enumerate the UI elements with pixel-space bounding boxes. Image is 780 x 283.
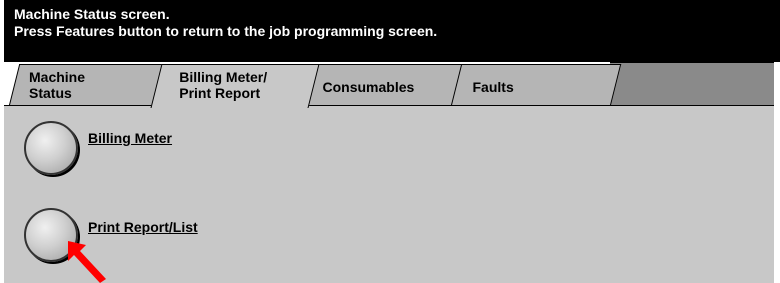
tab-machine-status-line1: Machine	[29, 69, 86, 85]
tab-faults-label: Faults	[472, 79, 514, 95]
tab-machine-status[interactable]: Machine Status	[8, 64, 170, 106]
tab-billing-meter-print-report[interactable]: Billing Meter/ Print Report	[150, 64, 320, 108]
tab-billing-line2: Print Report	[179, 85, 261, 101]
billing-meter-label[interactable]: Billing Meter	[88, 130, 172, 146]
billing-meter-button[interactable]	[24, 121, 78, 175]
banner-line-2: Press Features button to return to the j…	[14, 23, 438, 39]
print-report-list-label[interactable]: Print Report/List	[88, 219, 198, 235]
tab-faults[interactable]: Faults	[450, 64, 622, 106]
tab-machine-status-line2: Status	[29, 85, 72, 101]
pointer-arrow-icon	[68, 241, 106, 283]
banner-line-1: Machine Status screen.	[14, 6, 170, 22]
tab-consumables-label: Consumables	[322, 79, 415, 95]
machine-status-screen: Machine Status screen. Press Features bu…	[4, 0, 780, 283]
tab-billing-line1: Billing Meter/	[179, 69, 268, 85]
tab-strip-filler	[610, 62, 774, 106]
tab-consumables[interactable]: Consumables	[300, 64, 470, 106]
instruction-banner: Machine Status screen. Press Features bu…	[4, 0, 780, 62]
